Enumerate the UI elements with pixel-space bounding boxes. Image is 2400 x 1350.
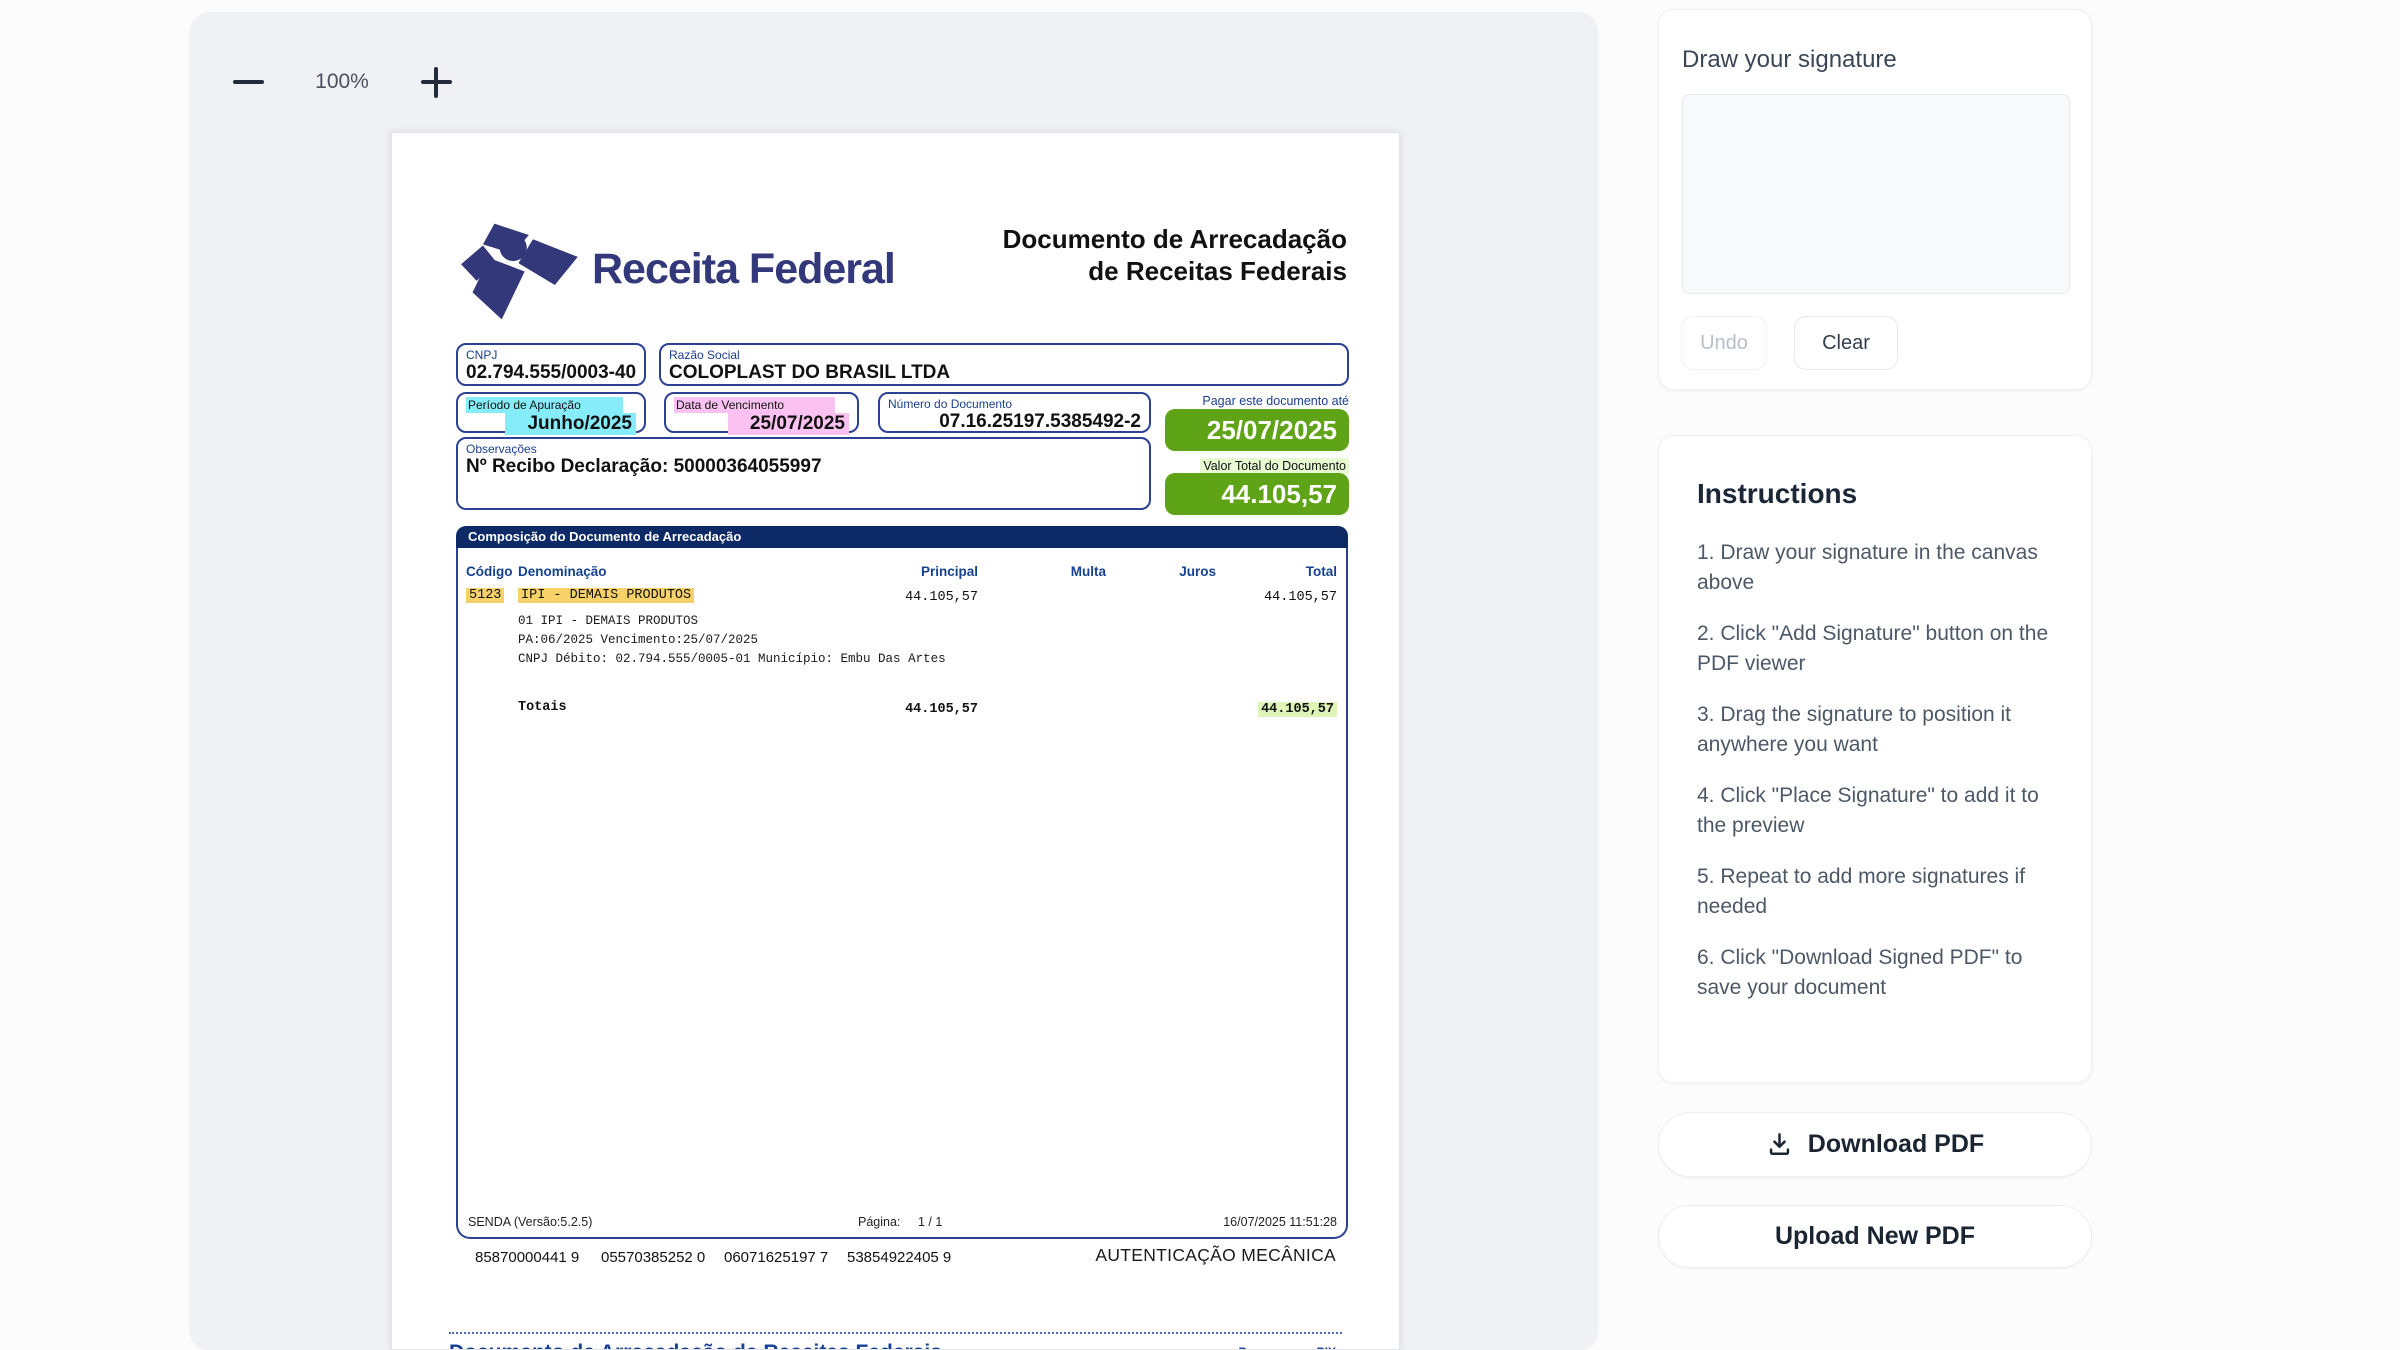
document-title: Documento de Arrecadação de Receitas Fed… <box>1003 223 1347 287</box>
col-juros: Juros <box>1179 564 1216 579</box>
pdf-document-page: Receita Federal Documento de Arrecadação… <box>391 132 1400 1350</box>
receita-federal-logotext: Receita Federal <box>592 245 895 294</box>
instruction-step-2: 2. Click "Add Signature" button on the P… <box>1697 619 2053 679</box>
composition-table: Código Denominação Principal Multa Juros… <box>456 548 1348 1239</box>
field-cnpj-label: CNPJ <box>466 348 644 362</box>
col-denominacao: Denominação <box>518 564 607 579</box>
instruction-step-4: 4. Click "Place Signature" to add it to … <box>1697 781 2053 841</box>
upload-new-pdf-label: Upload New PDF <box>1775 1222 1975 1251</box>
zoom-level: 100% <box>294 64 390 100</box>
field-data-vencimento: Data de Vencimento 25/07/2025 <box>664 392 859 433</box>
instructions-card: Instructions 1. Draw your signature in t… <box>1658 435 2092 1083</box>
instruction-step-3: 3. Drag the signature to position it any… <box>1697 700 2053 760</box>
instruction-step-1: 1. Draw your signature in the canvas abo… <box>1697 538 2053 598</box>
field-numero-label: Número do Documento <box>888 397 1149 411</box>
field-razao-social-label: Razão Social <box>669 348 1347 362</box>
document-title-line1: Documento de Arrecadação <box>1003 223 1347 255</box>
footer-timestamp: 16/07/2025 11:51:28 <box>1223 1215 1337 1229</box>
download-pdf-label: Download PDF <box>1808 1130 1984 1159</box>
instruction-step-6: 6. Click "Download Signed PDF" to save y… <box>1697 943 2053 1003</box>
col-total: Total <box>1306 564 1337 579</box>
pix-label: Pague com o PIX <box>1239 1345 1336 1350</box>
valor-total-value: 44.105,57 <box>1165 473 1349 515</box>
totals-label: Totais <box>518 700 567 715</box>
upload-new-pdf-button[interactable]: Upload New PDF <box>1658 1205 2092 1268</box>
next-section-title: Documento de Arrecadação de Receitas Fed… <box>449 1341 942 1350</box>
row-total: 44.105,57 <box>1264 590 1337 605</box>
barcode-group-3: 06071625197 7 <box>724 1249 828 1266</box>
field-razao-social-value: COLOPLAST DO BRASIL LTDA <box>669 362 1339 384</box>
document-title-line2: de Receitas Federais <box>1003 255 1347 287</box>
pdf-signer-app: 100% Receita Federal Documento de Arreca… <box>0 0 2400 1350</box>
field-cnpj-value: 02.794.555/0003-40 <box>466 362 636 384</box>
composition-header-bar: Composição do Documento de Arrecadação <box>456 526 1348 548</box>
instruction-step-5: 5. Repeat to add more signatures if need… <box>1697 862 2053 922</box>
field-observacoes: Observações Nº Recibo Declaração: 500003… <box>456 437 1151 510</box>
row-principal: 44.105,57 <box>905 590 978 605</box>
field-observacoes-value: Nº Recibo Declaração: 50000364055997 <box>466 456 1141 478</box>
footer-page-label: Página: <box>858 1215 900 1229</box>
minus-icon <box>233 80 264 84</box>
field-numero-value: 07.16.25197.5385492-2 <box>888 411 1141 433</box>
totals-total: 44.105,57 <box>1258 702 1337 717</box>
signature-card-title: Draw your signature <box>1682 46 1897 74</box>
download-icon <box>1766 1131 1793 1158</box>
pagar-ate-label: Pagar este documento até <box>1165 394 1349 408</box>
field-vencimento-label: Data de Vencimento <box>674 397 857 413</box>
barcode-group-2: 05570385252 0 <box>601 1249 705 1266</box>
col-principal: Principal <box>921 564 978 579</box>
clear-button[interactable]: Clear <box>1794 316 1898 370</box>
receita-federal-logo-icon <box>459 219 584 324</box>
zoom-in-button[interactable] <box>414 62 458 102</box>
field-vencimento-value: 25/07/2025 <box>674 413 849 435</box>
autenticacao-mecanica-label: AUTENTICAÇÃO MECÂNICA <box>1095 1245 1336 1266</box>
field-cnpj: CNPJ 02.794.555/0003-40 <box>456 343 646 386</box>
field-periodo-apuracao: Período de Apuração Junho/2025 <box>456 392 646 433</box>
signature-canvas[interactable] <box>1682 94 2070 294</box>
pagar-ate-value: 25/07/2025 <box>1165 409 1349 451</box>
col-multa: Multa <box>1071 564 1106 579</box>
pdf-viewer-panel: 100% Receita Federal Documento de Arreca… <box>190 12 1598 1350</box>
undo-button[interactable]: Undo <box>1681 316 1767 370</box>
instructions-title: Instructions <box>1697 478 2053 510</box>
row-detail-3: CNPJ Débito: 02.794.555/0005-01 Municípi… <box>518 652 946 666</box>
barcode-group-4: 53854922405 9 <box>847 1249 951 1266</box>
field-periodo-label: Período de Apuração <box>466 397 644 413</box>
download-pdf-button[interactable]: Download PDF <box>1658 1112 2092 1177</box>
field-periodo-value: Junho/2025 <box>466 413 636 435</box>
col-codigo: Código <box>466 564 513 579</box>
row-detail-1: 01 IPI - DEMAIS PRODUTOS <box>518 614 698 628</box>
field-numero-documento: Número do Documento 07.16.25197.5385492-… <box>878 392 1151 433</box>
dotted-separator <box>449 1332 1342 1334</box>
signature-card: Draw your signature Undo Clear <box>1658 9 2092 390</box>
footer-generator: SENDA (Versão:5.2.5) <box>468 1215 592 1229</box>
totals-principal: 44.105,57 <box>905 702 978 717</box>
barcode-group-1: 85870000441 9 <box>475 1249 579 1266</box>
row-codigo: 5123 <box>466 588 504 603</box>
footer-page-value: 1 / 1 <box>918 1215 942 1229</box>
zoom-out-button[interactable] <box>226 62 270 102</box>
field-razao-social: Razão Social COLOPLAST DO BRASIL LTDA <box>659 343 1349 386</box>
plus-icon <box>421 67 452 98</box>
row-denominacao: IPI - DEMAIS PRODUTOS <box>518 588 694 603</box>
row-detail-2: PA:06/2025 Vencimento:25/07/2025 <box>518 633 758 647</box>
field-observacoes-label: Observações <box>466 442 1149 456</box>
